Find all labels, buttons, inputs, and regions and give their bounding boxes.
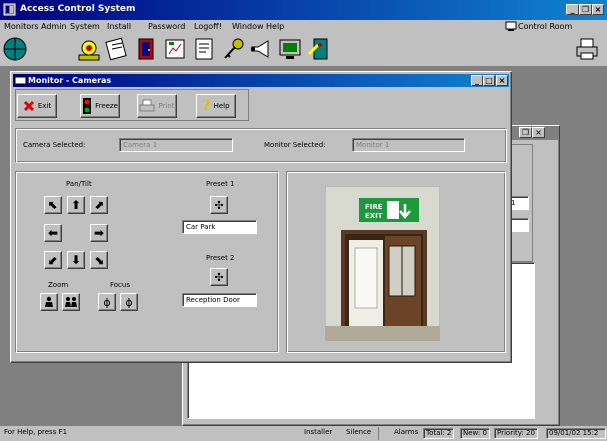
arrow-down-icon: ⬇ xyxy=(70,253,82,267)
pan-right-button[interactable]: ➡ xyxy=(90,224,108,242)
dialog-maximize-button[interactable]: □ xyxy=(483,75,495,86)
status-bar: For Help, press F1 Installer Silence Ala… xyxy=(0,426,607,441)
printer-icon[interactable] xyxy=(574,36,600,62)
preset-1-button[interactable]: ✣ xyxy=(210,196,228,214)
background-scrollbar[interactable] xyxy=(535,140,557,423)
exit-x-icon xyxy=(23,100,34,112)
focus-phi-icon: ɸ xyxy=(125,295,133,309)
menu-window[interactable]: Window xyxy=(232,22,264,31)
people-icon xyxy=(65,297,77,307)
menu-system[interactable]: System xyxy=(70,22,100,31)
person-icon xyxy=(45,296,53,307)
arrow-down-left-icon: ⬋ xyxy=(47,253,59,267)
pan-tilt-label: Pan/Tilt xyxy=(66,180,92,188)
menu-help[interactable]: Help xyxy=(266,22,284,31)
monitor-selected-field[interactable]: Monitor 1 xyxy=(352,138,465,152)
question-icon: ? xyxy=(202,98,211,114)
arrow-up-icon: ⬆ xyxy=(70,198,82,212)
status-datetime: 09/01/02 15:2 xyxy=(546,428,606,439)
status-alarms[interactable]: Alarms xyxy=(392,428,420,439)
pan-left-button[interactable]: ⬅ xyxy=(44,224,62,242)
dialog-minimize-button[interactable]: _ xyxy=(471,75,483,86)
print-button[interactable]: Print xyxy=(137,94,177,118)
pan-down-right-button[interactable]: ⬊ xyxy=(90,251,108,269)
close-button[interactable]: × xyxy=(592,4,604,15)
status-help-text: For Help, press F1 xyxy=(4,428,68,436)
focus-label: Focus xyxy=(110,281,130,289)
menu-bar: Monitors Admin System Install Password L… xyxy=(0,20,607,34)
app-title-bar: Access Control System _ ❐ × xyxy=(0,0,607,20)
background-restore-button[interactable]: ❐ xyxy=(519,127,532,138)
traffic-light-icon xyxy=(83,98,92,114)
tilt-down-button[interactable]: ⬇ xyxy=(67,251,85,269)
globe-icon[interactable] xyxy=(2,36,28,62)
background-close-button[interactable]: × xyxy=(532,127,545,138)
focus-phi-icon: ɸ xyxy=(103,295,111,309)
sign-line-1: FIRE xyxy=(365,203,383,211)
help-button[interactable]: ? Help xyxy=(196,94,236,118)
control-room-icon xyxy=(505,21,517,31)
preset-1-field[interactable]: Car Park xyxy=(182,220,257,234)
status-new: New: 0 xyxy=(460,428,490,439)
status-priority: Priority: 20 xyxy=(494,428,538,439)
preset-2-label: Preset 2 xyxy=(206,254,235,262)
menu-logoff[interactable]: Logoff! xyxy=(194,22,222,31)
freeze-button[interactable]: Freeze xyxy=(80,94,120,118)
door-exit-icon[interactable] xyxy=(306,36,332,62)
arrow-up-left-icon: ⬉ xyxy=(47,198,59,212)
menu-install[interactable]: Install xyxy=(107,22,131,31)
crosshair-icon: ✣ xyxy=(214,270,224,284)
menu-monitors[interactable]: Monitors xyxy=(4,22,39,31)
tilt-up-button[interactable]: ⬆ xyxy=(67,196,85,214)
monitor-selected-label: Monitor Selected: xyxy=(264,141,326,149)
camera-video-image: FIRE EXIT xyxy=(325,186,440,341)
preset-2-field[interactable]: Reception Door xyxy=(182,293,257,307)
pan-up-left-button[interactable]: ⬉ xyxy=(44,196,62,214)
camera-selected-label: Camera Selected: xyxy=(23,141,86,149)
document-icon[interactable] xyxy=(191,36,217,62)
camera-selected-field[interactable]: Camera 1 xyxy=(119,138,233,152)
arrow-right-icon: ➡ xyxy=(93,226,105,240)
dialog-title: Monitor - Cameras xyxy=(28,76,112,85)
minimize-button[interactable]: _ xyxy=(566,4,579,15)
monitor-icon[interactable] xyxy=(277,36,303,62)
monitor-cameras-dialog: Monitor - Cameras _ □ × Exit Freeze Prin… xyxy=(10,71,512,363)
sign-line-2: EXIT xyxy=(365,212,383,220)
arrow-left-icon: ⬅ xyxy=(47,226,59,240)
control-room-label: Control Room xyxy=(518,22,573,31)
focus-near-button[interactable]: ɸ xyxy=(98,293,116,311)
dialog-icon xyxy=(15,76,27,85)
status-total: Total: 2 xyxy=(423,428,455,439)
alarm-horn-icon[interactable] xyxy=(248,36,274,62)
toolbar xyxy=(0,34,607,66)
pan-up-right-button[interactable]: ⬈ xyxy=(90,196,108,214)
preset-2-button[interactable]: ✣ xyxy=(210,268,228,286)
key-icon[interactable] xyxy=(220,36,246,62)
logoff-icon[interactable] xyxy=(76,36,102,62)
app-icon xyxy=(3,3,16,16)
zoom-in-button[interactable] xyxy=(62,293,80,311)
dialog-title-bar: Monitor - Cameras _ □ × xyxy=(13,74,509,87)
status-silence[interactable]: Silence xyxy=(344,428,373,439)
pan-down-left-button[interactable]: ⬋ xyxy=(44,251,62,269)
arrow-up-right-icon: ⬈ xyxy=(93,198,105,212)
zoom-out-button[interactable] xyxy=(40,293,58,311)
zoom-label: Zoom xyxy=(48,281,69,289)
report-icon[interactable] xyxy=(162,36,188,62)
print-icon xyxy=(139,99,155,112)
dialog-close-button[interactable]: × xyxy=(496,75,508,86)
status-user: Installer xyxy=(304,428,333,436)
door-icon[interactable] xyxy=(133,36,159,62)
crosshair-icon: ✣ xyxy=(214,198,224,212)
focus-far-button[interactable]: ɸ xyxy=(120,293,138,311)
arrow-down-right-icon: ⬊ xyxy=(93,253,105,267)
menu-password[interactable]: Password xyxy=(148,22,185,31)
restore-button[interactable]: ❐ xyxy=(579,4,592,15)
status-divider xyxy=(378,427,383,440)
app-title: Access Control System xyxy=(20,4,136,14)
preset-1-label: Preset 1 xyxy=(206,180,235,188)
exit-button[interactable]: Exit xyxy=(17,94,57,118)
menu-admin[interactable]: Admin xyxy=(41,22,67,31)
notes-icon[interactable] xyxy=(104,36,130,62)
